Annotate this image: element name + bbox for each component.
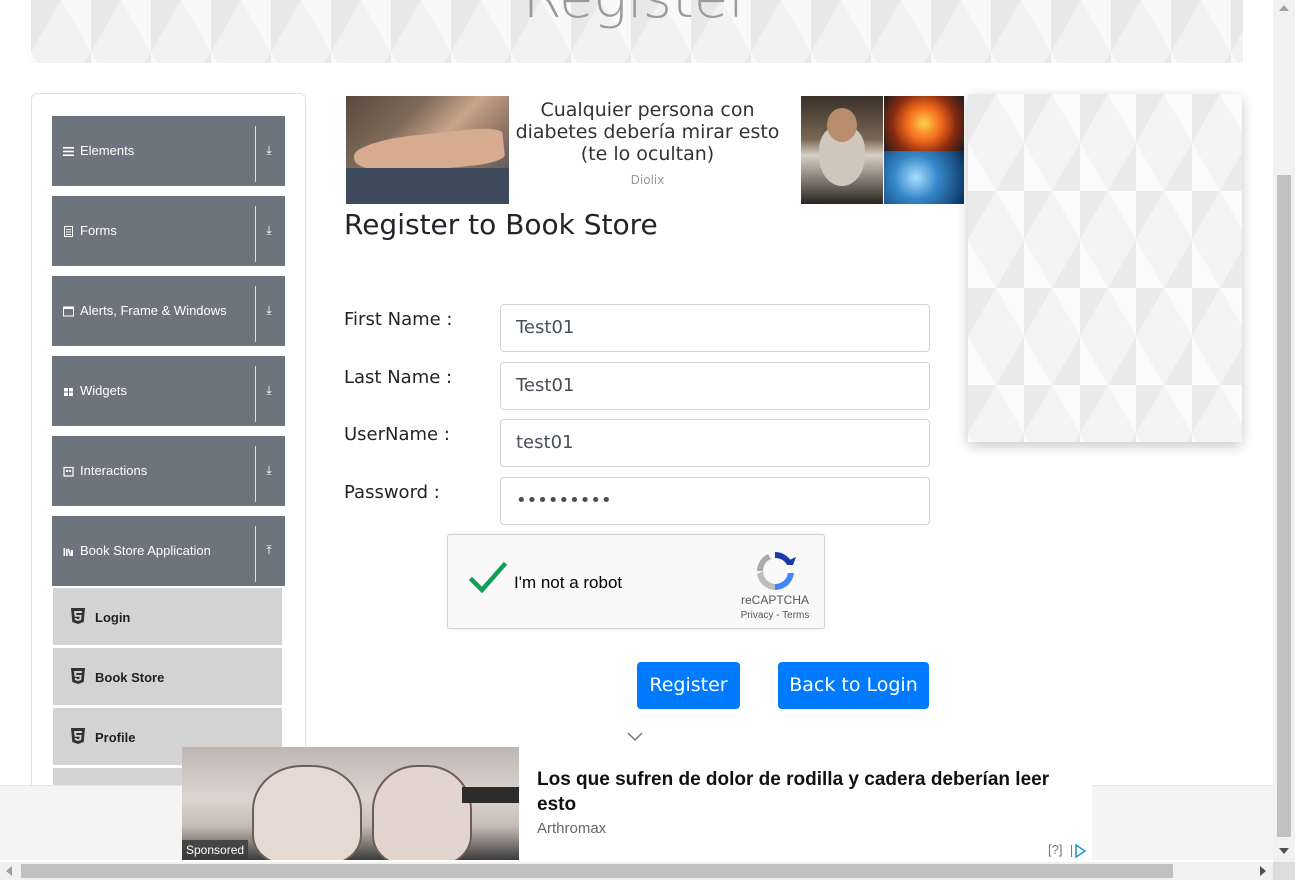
ad-image-leg [346, 96, 509, 204]
scrollbar-thumb[interactable] [21, 864, 1173, 878]
ad-brand: Arthromax [537, 820, 607, 837]
horizontal-scrollbar[interactable] [0, 862, 1273, 880]
html5-icon [71, 668, 85, 684]
scrollbar-thumb[interactable] [1277, 175, 1291, 837]
books-icon [63, 546, 74, 557]
divider [255, 446, 256, 502]
download-arrow-icon: ⤓ [266, 143, 272, 157]
scrollbar-corner [1273, 862, 1295, 880]
ad-help-link[interactable]: [?] [1048, 842, 1062, 857]
username-input[interactable]: test01 [500, 419, 930, 467]
ad-image-shape [372, 765, 472, 860]
top-ad[interactable]: Cualquier persona con diabetes debería m… [346, 96, 964, 204]
recaptcha-privacy-terms-link[interactable]: Privacy - Terms [728, 610, 822, 621]
recaptcha-label: I'm not a robot [514, 573, 623, 592]
upload-arrow-icon: ⤒ [266, 543, 272, 557]
sidebar-item-login[interactable]: Login [53, 588, 282, 646]
recaptcha-widget: I'm not a robot reCAPTCHA Privacy - Term… [447, 534, 825, 629]
recaptcha-logo-icon [752, 548, 798, 594]
download-arrow-icon: ⤓ [266, 383, 272, 397]
page: Register Elements ⤓ Forms ⤓ Alerts, Fram… [0, 0, 1295, 880]
html5-icon [71, 728, 85, 744]
adchoices-icon[interactable] [1071, 843, 1089, 859]
divider [255, 366, 256, 422]
ad-image-collage [801, 96, 964, 204]
sidebar: Elements ⤓ Forms ⤓ Alerts, Frame & Windo… [31, 93, 306, 826]
html5-icon [71, 608, 85, 624]
sponsored-tag: Sponsored [182, 840, 249, 860]
sidebar-group-label: Widgets [80, 383, 127, 398]
sidebar-item-book-store[interactable]: Book Store [53, 648, 282, 706]
ad-image-shape [827, 108, 857, 142]
ad-image-virus [884, 151, 964, 204]
interaction-icon [63, 466, 74, 477]
ad-brand: Diolix [630, 173, 665, 187]
ad-image-shape [252, 765, 362, 860]
grid-icon [63, 386, 74, 397]
recaptcha-brand: reCAPTCHA [740, 593, 809, 607]
page-title: Register to Book Store [344, 208, 658, 241]
sidebar-group-label: Book Store Application [80, 543, 211, 558]
ad-image-portrait [801, 96, 883, 204]
last-name-input[interactable]: Test01 [500, 362, 930, 410]
ad-image-explosion [884, 96, 964, 151]
sidebar-item-label: Profile [95, 730, 136, 745]
sidebar-group-book-store-application[interactable]: Book Store Application ⤒ [52, 516, 285, 586]
register-button[interactable]: Register [637, 662, 740, 709]
sidebar-group-elements[interactable]: Elements ⤓ [52, 116, 285, 186]
scroll-down-arrow-icon[interactable] [1279, 848, 1289, 854]
sidebar-item-label: Book Store [95, 670, 165, 685]
form-icon [63, 226, 74, 237]
password-label: Password : [344, 482, 440, 503]
download-arrow-icon: ⤓ [266, 463, 272, 477]
sidebar-group-interactions[interactable]: Interactions ⤓ [52, 436, 285, 506]
right-ad-panel [968, 94, 1242, 442]
download-arrow-icon: ⤓ [266, 223, 272, 237]
ad-image-knees: Sponsored [182, 747, 519, 860]
hamburger-icon [63, 146, 74, 157]
header-banner: Register [31, 0, 1243, 63]
sidebar-item-label: Login [95, 610, 131, 625]
divider [255, 126, 256, 182]
ad-image-shape [462, 787, 519, 803]
sidebar-group-label: Elements [80, 143, 135, 158]
ad-headline[interactable]: Los que sufren de dolor de rodilla y cad… [537, 767, 1087, 817]
username-label: UserName : [344, 424, 450, 445]
password-input[interactable]: ••••••••• [500, 477, 930, 525]
sidebar-group-forms[interactable]: Forms ⤓ [52, 196, 285, 266]
first-name-label: First Name : [344, 309, 453, 330]
scroll-right-arrow-icon[interactable] [1260, 866, 1266, 876]
last-name-label: Last Name : [344, 367, 453, 388]
scroll-left-arrow-icon[interactable] [6, 866, 12, 876]
chevron-down-icon[interactable] [626, 729, 644, 743]
sidebar-group-label: Interactions [80, 463, 148, 478]
sidebar-group-label: Forms [80, 223, 117, 238]
bottom-ad[interactable]: Sponsored Los que sufren de dolor de rod… [182, 747, 1092, 860]
sidebar-group-alerts-frame-windows[interactable]: Alerts, Frame & Windows ⤓ [52, 276, 285, 346]
ad-headline[interactable]: Cualquier persona con diabetes debería m… [509, 99, 786, 165]
checkmark-icon[interactable] [468, 559, 508, 599]
first-name-input[interactable]: Test01 [500, 304, 930, 352]
divider [255, 206, 256, 262]
divider [255, 286, 256, 342]
vertical-scrollbar[interactable] [1273, 0, 1295, 862]
banner-title: Register [31, 0, 1243, 31]
sidebar-group-label: Alerts, Frame & Windows [80, 303, 227, 318]
scroll-up-arrow-icon[interactable] [1279, 5, 1289, 11]
download-arrow-icon: ⤓ [266, 303, 272, 317]
back-to-login-button[interactable]: Back to Login [778, 662, 929, 709]
sidebar-group-widgets[interactable]: Widgets ⤓ [52, 356, 285, 426]
divider [255, 526, 256, 582]
ad-image-shape [346, 168, 509, 204]
window-icon [63, 306, 74, 317]
